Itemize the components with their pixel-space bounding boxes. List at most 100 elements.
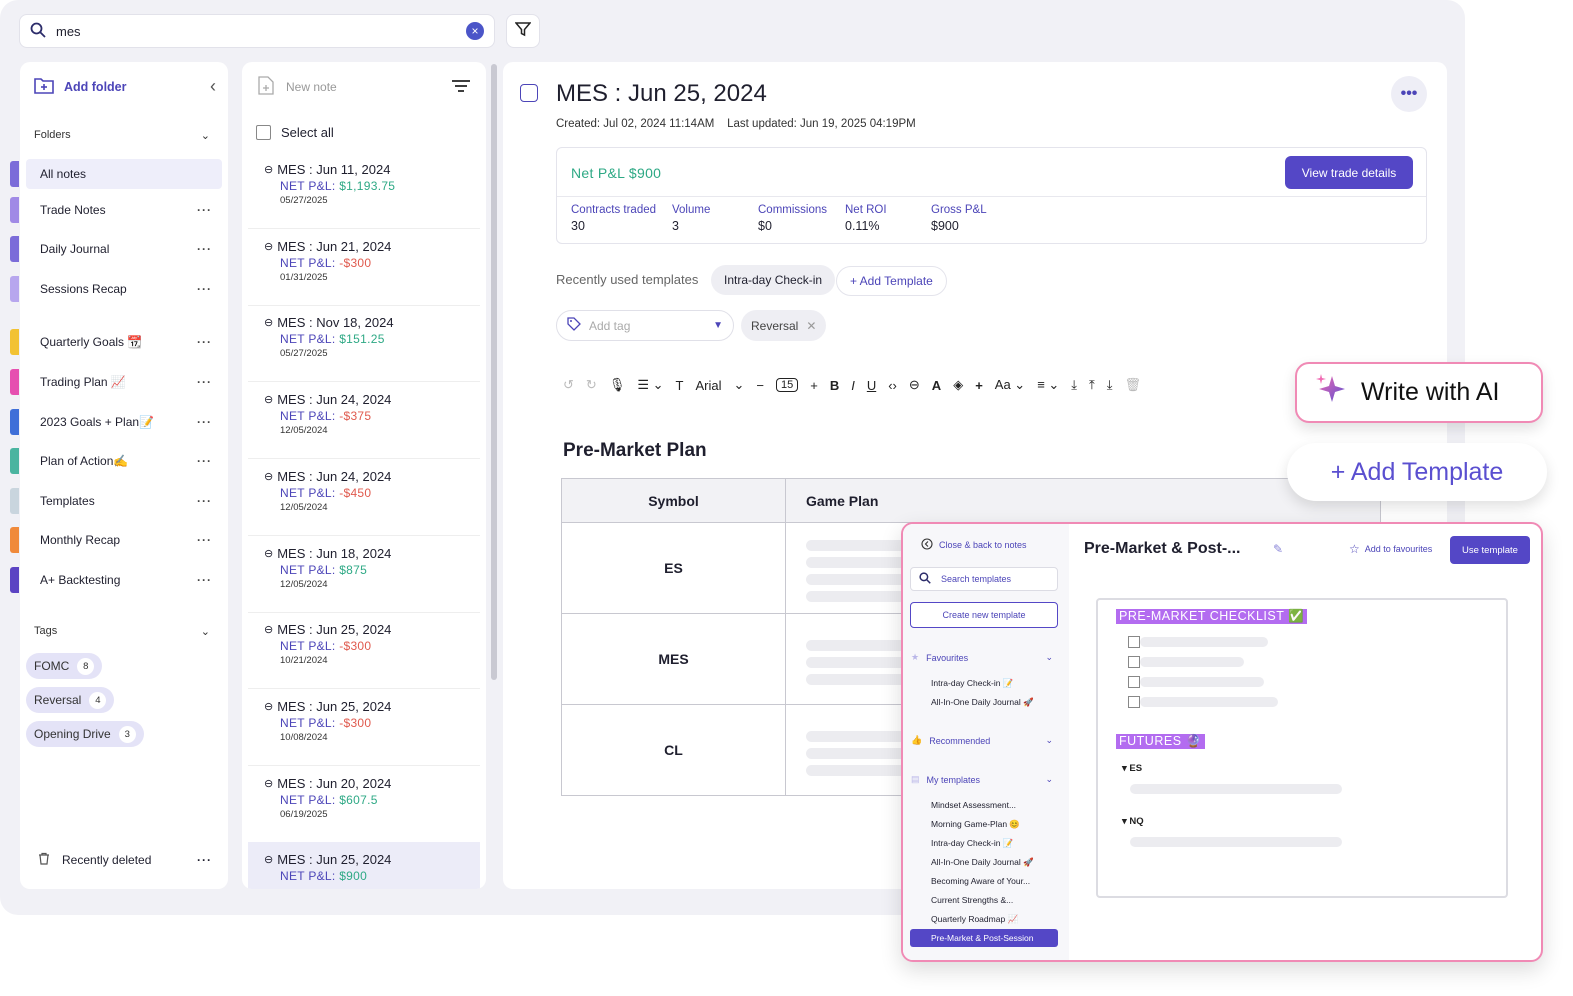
use-template-button[interactable]: Use template <box>1450 536 1530 564</box>
template-item[interactable]: Current Strengths &... <box>931 895 1013 905</box>
font-icon[interactable]: T <box>676 378 684 393</box>
symbol-cell[interactable]: CL <box>561 704 786 796</box>
note-list-item[interactable]: ⊖ MES : Jun 18, 2024 NET P&L: $875 12/05/20… <box>248 536 480 613</box>
text-case-icon[interactable]: Aa ⌄ <box>995 377 1025 393</box>
template-search-input[interactable]: Search templates <box>910 567 1058 591</box>
font-size-input[interactable]: 15 <box>775 378 799 392</box>
favourites-header[interactable]: ★ Favourites ⌄ <box>911 652 1053 663</box>
search-bar[interactable]: mes × <box>19 14 495 48</box>
sidebar-folder-item[interactable]: Templates ··· <box>26 486 222 516</box>
more-icon[interactable]: ··· <box>197 533 212 547</box>
insert-icon[interactable]: + <box>975 378 983 393</box>
select-all[interactable]: Select all <box>256 125 334 140</box>
chevron-down-icon[interactable]: ⌄ <box>733 377 744 393</box>
recently-deleted[interactable]: Recently deleted ··· <box>38 852 212 868</box>
template-item[interactable]: All-In-One Daily Journal 🚀 <box>931 697 1034 708</box>
decrease-size-icon[interactable]: − <box>756 378 764 393</box>
font-select[interactable]: Arial <box>695 378 721 393</box>
more-options-button[interactable]: ••• <box>1391 76 1427 112</box>
note-list-item[interactable]: ⊖ MES : Jun 25, 2024 NET P&L: $900 <box>248 842 480 889</box>
sidebar-folder-item[interactable]: Monthly Recap ··· <box>26 525 222 555</box>
bold-icon[interactable]: B <box>830 378 839 393</box>
toggle-panel-icon[interactable] <box>520 84 538 102</box>
note-list-item[interactable]: ⊖ MES : Jun 20, 2024 NET P&L: $607.5 06/19/… <box>248 766 480 843</box>
note-list-item[interactable]: ⊖ MES : Jun 25, 2024 NET P&L: -$300 10/21/2… <box>248 612 480 690</box>
template-item[interactable]: Becoming Aware of Your... <box>931 876 1030 886</box>
underline-icon[interactable]: U <box>867 378 876 393</box>
sort-icon[interactable] <box>452 79 470 96</box>
recommended-header[interactable]: 👍 Recommended ⌄ <box>911 735 1053 746</box>
paragraph-format-icon[interactable]: ☰ ⌄ <box>637 377 663 393</box>
select-all-checkbox[interactable] <box>256 125 271 140</box>
align-icon[interactable]: ≡ ⌄ <box>1037 377 1059 393</box>
delete-icon[interactable]: 🗑 <box>1125 377 1142 393</box>
sidebar-folder-item[interactable]: Daily Journal ··· <box>26 234 222 264</box>
sidebar-folder-item[interactable]: 2023 Goals + Plan📝 ··· <box>26 407 222 437</box>
search-input[interactable]: mes <box>56 24 456 39</box>
microphone-icon[interactable]: 🎙 <box>609 377 626 393</box>
sidebar-folder-item[interactable]: A+ Backtesting ··· <box>26 565 222 595</box>
more-icon[interactable]: ··· <box>197 203 212 217</box>
template-item[interactable]: Intra-day Check-in 📝 <box>931 838 1013 849</box>
add-template-button[interactable]: + Add Template <box>1287 443 1547 501</box>
more-icon[interactable]: ··· <box>197 494 212 508</box>
my-templates-header[interactable]: ▤ My templates ⌄ <box>911 774 1053 785</box>
create-template-button[interactable]: Create new template <box>910 602 1058 628</box>
folders-header[interactable]: Folders ⌄ <box>34 129 210 142</box>
tag-chip[interactable]: Reversal 4 <box>26 687 115 713</box>
tag-chip[interactable]: Reversal ✕ <box>741 310 827 341</box>
highlight-icon[interactable]: ◈ <box>953 377 963 393</box>
note-list-item[interactable]: ⊖ MES : Jun 25, 2024 NET P&L: -$300 10/08/2… <box>248 689 480 766</box>
template-item[interactable]: Morning Game-Plan 😊 <box>931 819 1020 830</box>
write-with-ai-button[interactable]: Write with AI <box>1295 362 1543 423</box>
collapse-sidebar-icon[interactable]: ‹ <box>210 76 216 97</box>
edit-icon[interactable]: ✎ <box>1273 542 1283 556</box>
more-icon[interactable]: ··· <box>197 573 212 587</box>
template-item[interactable]: Quarterly Roadmap 📈 <box>931 914 1018 925</box>
note-list-item[interactable]: ⊖ MES : Jun 21, 2024 NET P&L: -$300 01/31/2… <box>248 229 480 306</box>
more-icon[interactable]: ··· <box>197 335 212 349</box>
tags-header[interactable]: Tags ⌄ <box>34 625 210 638</box>
tag-chip[interactable]: Opening Drive 3 <box>26 721 144 747</box>
symbol-cell[interactable]: ES <box>561 522 786 614</box>
tag-chip[interactable]: FOMC 8 <box>26 653 103 679</box>
text-color-icon[interactable]: A <box>932 378 941 393</box>
more-icon[interactable]: ··· <box>197 375 212 389</box>
remove-tag-icon[interactable]: ✕ <box>806 319 816 333</box>
template-item[interactable]: All-In-One Daily Journal 🚀 <box>931 857 1034 868</box>
symbol-cell[interactable]: MES <box>561 613 786 705</box>
increase-size-icon[interactable]: + <box>810 378 818 393</box>
note-title[interactable]: MES : Jun 25, 2024 <box>556 80 767 108</box>
add-template-pill[interactable]: + Add Template <box>836 266 947 296</box>
close-templates-button[interactable]: Close & back to notes <box>921 538 1027 552</box>
template-item[interactable]: Mindset Assessment... <box>931 800 1016 810</box>
more-icon[interactable]: ··· <box>197 454 212 468</box>
add-folder-button[interactable]: Add folder ‹ <box>34 76 216 97</box>
note-list-item[interactable]: ⊖ MES : Jun 11, 2024 NET P&L: $1,193.75 05/… <box>248 152 480 229</box>
sidebar-folder-item[interactable]: All notes <box>26 159 222 189</box>
recent-template-chip[interactable]: Intra-day Check-in <box>711 265 836 295</box>
sidebar-folder-item[interactable]: Trade Notes ··· <box>26 195 222 225</box>
sidebar-folder-item[interactable]: Sessions Recap ··· <box>26 274 222 304</box>
template-item[interactable]: Intra-day Check-in 📝 <box>931 678 1013 689</box>
link-icon[interactable]: ⊖ <box>909 377 920 393</box>
note-list-item[interactable]: ⊖ MES : Nov 18, 2024 NET P&L: $151.25 05/27… <box>248 305 480 383</box>
note-list-item[interactable]: ⊖ MES : Jun 24, 2024 NET P&L: -$375 12/05/2… <box>248 382 480 460</box>
note-list-item[interactable]: ⊖ MES : Jun 24, 2024 NET P&L: -$450 12/05/2… <box>248 459 480 536</box>
export-icon[interactable]: ⤓ <box>1107 377 1113 393</box>
more-icon[interactable]: ··· <box>197 282 212 296</box>
add-to-favourites-button[interactable]: ☆ Add to favourites <box>1349 542 1432 556</box>
template-item-selected[interactable]: Pre-Market & Post-Session <box>910 929 1058 947</box>
upload-icon[interactable]: ⤒ <box>1089 377 1095 393</box>
sidebar-folder-item[interactable]: Trading Plan 📈 ··· <box>26 367 222 397</box>
note-list-scrollbar[interactable] <box>491 64 497 680</box>
sidebar-folder-item[interactable]: Plan of Action✍️ ··· <box>26 446 222 476</box>
add-tag-select[interactable]: Add tag ▼ <box>556 310 734 341</box>
italic-icon[interactable]: I <box>851 378 855 393</box>
clear-search-icon[interactable]: × <box>466 22 484 40</box>
download-icon[interactable]: ⤓ <box>1071 377 1077 393</box>
more-icon[interactable]: ··· <box>197 853 212 867</box>
undo-icon[interactable]: ↺ <box>563 377 574 393</box>
more-icon[interactable]: ··· <box>197 415 212 429</box>
sidebar-folder-item[interactable]: Quarterly Goals 📆 ··· <box>26 327 222 357</box>
